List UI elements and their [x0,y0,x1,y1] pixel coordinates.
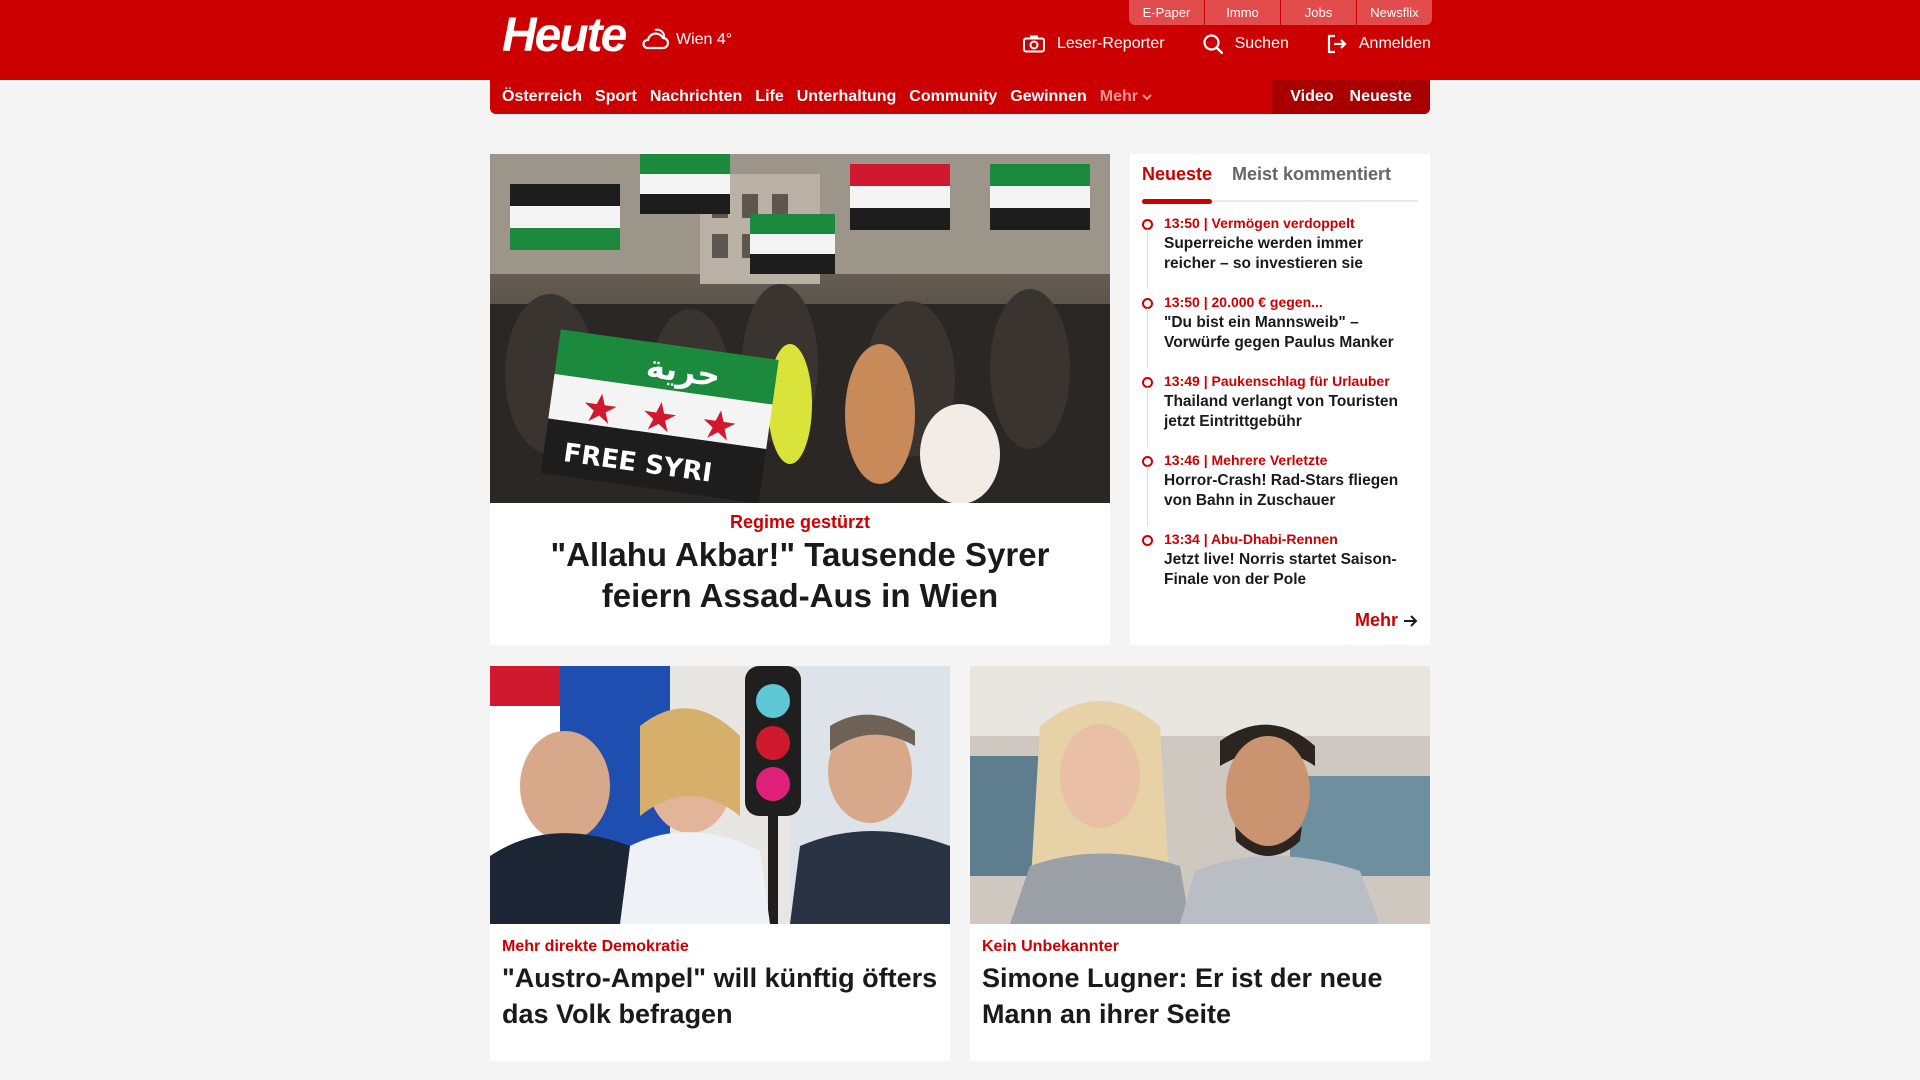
news-timeline: 13:50 | Vermögen verdoppelt Superreiche … [1142,214,1418,609]
article-card[interactable]: Mehr direkte Demokratie "Austro-Ampel" w… [490,666,950,1061]
nav-more-label: Mehr [1099,88,1138,105]
news-item-title[interactable]: Horror-Crash! Rad-Stars fliegen von Bahn… [1164,471,1418,511]
politicians-photo-illustration [490,666,950,924]
list-item[interactable]: 13:34 | Abu-Dhabi-Rennen Jetzt live! Nor… [1142,530,1418,609]
login-button[interactable]: Anmelden [1327,34,1431,54]
weather-label: Wien 4° [676,31,733,48]
article-card-image[interactable] [970,666,1430,924]
sidebar-more-link[interactable]: Mehr [1355,610,1418,631]
list-item[interactable]: 13:46 | Mehrere Verletzte Horror-Crash! … [1142,451,1418,530]
hero-kicker[interactable]: Regime gestürzt [490,512,1110,533]
nav-item-unterhaltung[interactable]: Unterhaltung [797,88,897,106]
nav-more-dropdown[interactable]: Mehr [1100,88,1152,106]
timeline-dot-icon [1142,535,1153,546]
latest-news-sidebar: Neueste Meist kommentiert 13:50 | Vermög… [1130,154,1430,645]
list-item[interactable]: 13:50 | 20.000 € gegen... "Du bist ein M… [1142,293,1418,372]
service-tab-immo[interactable]: Immo [1204,0,1280,25]
news-item-title[interactable]: Superreiche werden immer reicher – so in… [1164,234,1418,274]
article-card-headline[interactable]: Simone Lugner: Er ist der neue Mann an i… [982,960,1418,1032]
camera-icon [1023,35,1045,53]
site-header: Heute Wien 4° E-Paper Immo Jobs Newsflix… [0,0,1920,80]
list-item[interactable]: 13:49 | Paukenschlag für Urlauber Thaila… [1142,372,1418,451]
news-item-title[interactable]: Thailand verlangt von Touristen jetzt Ei… [1164,392,1418,432]
tab-neueste[interactable]: Neueste [1142,164,1213,204]
tab-meist-kommentiert[interactable]: Meist kommentiert [1232,164,1391,200]
article-card-image[interactable] [490,666,950,924]
timeline-line [1147,387,1148,447]
nav-item-oesterreich[interactable]: Österreich [502,88,582,106]
search-icon [1203,34,1223,54]
leser-reporter-label: Leser-Reporter [1057,35,1165,52]
hero-image[interactable]: حرية FREE SYRI [490,154,1110,503]
cloud-sun-icon [642,28,670,50]
hero-article[interactable]: حرية FREE SYRI Regime gestürzt "Allahu A… [490,154,1110,645]
article-card-kicker[interactable]: Kein Unbekannter [982,938,1119,956]
news-item-meta: 13:49 | Paukenschlag für Urlauber [1164,373,1390,389]
nav-item-life[interactable]: Life [755,88,783,106]
news-item-title[interactable]: "Du bist ein Mannsweib" – Vorwürfe gegen… [1164,313,1418,353]
nav-item-nachrichten[interactable]: Nachrichten [650,88,742,106]
nav-item-sport[interactable]: Sport [595,88,637,106]
sidebar-tabs: Neueste Meist kommentiert [1142,154,1418,204]
nav-item-gewinnen[interactable]: Gewinnen [1010,88,1086,106]
couple-photo-illustration [970,666,1430,924]
login-icon [1327,34,1347,54]
timeline-line [1147,308,1148,368]
sidebar-more-label: Mehr [1354,610,1398,630]
service-tabs: E-Paper Immo Jobs Newsflix [1129,0,1432,25]
search-label: Suchen [1234,35,1289,52]
nav-item-neueste[interactable]: Neueste [1350,88,1412,106]
hero-headline[interactable]: "Allahu Akbar!" Tausende Syrer feiern As… [510,534,1090,616]
hero-photo-illustration: حرية FREE SYRI [490,154,1110,503]
weather-widget[interactable]: Wien 4° [638,26,732,54]
nav-item-video[interactable]: Video [1290,88,1333,106]
main-navigation: Österreich Sport Nachrichten Life Unterh… [490,80,1430,114]
login-label: Anmelden [1358,35,1431,52]
header-tools: Leser-Reporter Suchen Anmelden [1023,34,1431,54]
service-tab-epaper[interactable]: E-Paper [1129,0,1204,25]
arrow-right-icon [1404,614,1418,627]
leser-reporter-button[interactable]: Leser-Reporter [1023,34,1165,54]
nav-right-group: Video Neueste [1272,80,1430,114]
news-item-meta: 13:46 | Mehrere Verletzte [1164,452,1328,468]
nav-item-community[interactable]: Community [909,88,997,106]
article-card-kicker[interactable]: Mehr direkte Demokratie [502,938,689,956]
list-item[interactable]: 13:50 | Vermögen verdoppelt Superreiche … [1142,214,1418,293]
chevron-down-icon [1142,93,1152,100]
timeline-line [1147,229,1148,289]
news-item-meta: 13:50 | Vermögen verdoppelt [1164,215,1355,231]
news-item-meta: 13:34 | Abu-Dhabi-Rennen [1164,531,1338,547]
site-logo[interactable]: Heute [502,8,627,63]
article-card-headline[interactable]: "Austro-Ampel" will künftig öfters das V… [502,960,938,1032]
search-button[interactable]: Suchen [1203,34,1289,54]
news-item-title[interactable]: Jetzt live! Norris startet Saison-Finale… [1164,550,1418,590]
timeline-line [1147,466,1148,526]
service-tab-jobs[interactable]: Jobs [1280,0,1356,25]
service-tab-newsflix[interactable]: Newsflix [1356,0,1432,25]
article-card[interactable]: Kein Unbekannter Simone Lugner: Er ist d… [970,666,1430,1061]
news-item-meta: 13:50 | 20.000 € gegen... [1164,294,1323,310]
